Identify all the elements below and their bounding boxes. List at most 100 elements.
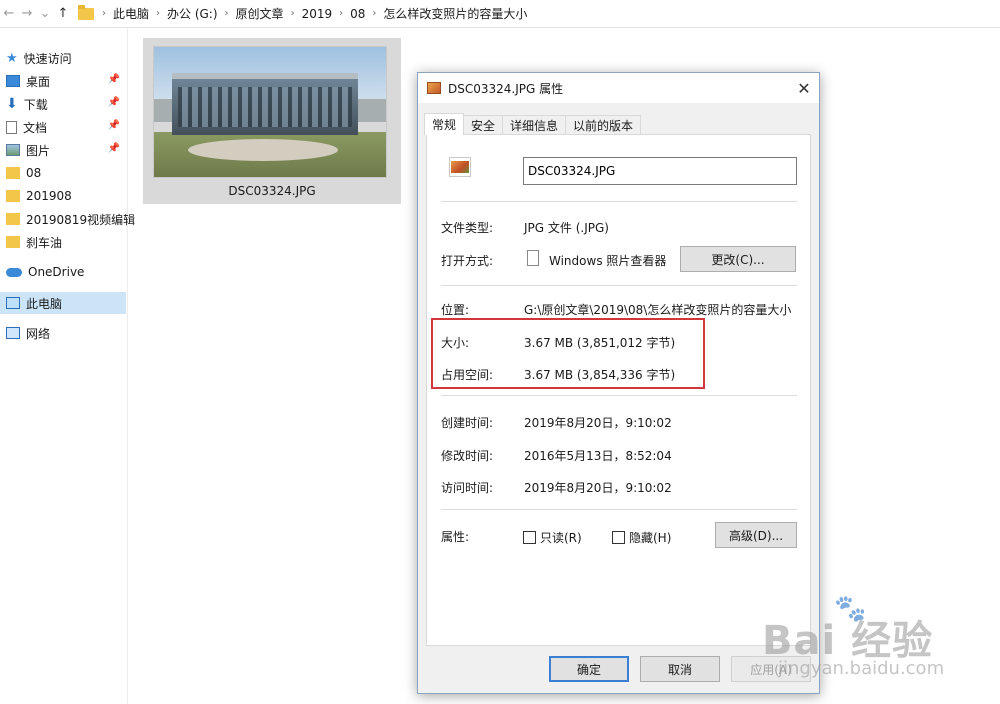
breadcrumb-separator[interactable]: › — [370, 8, 378, 19]
readonly-checkbox[interactable]: 只读(R) — [523, 529, 582, 546]
sidebar-item-quick-access[interactable]: ★ 快速访问 — [0, 47, 126, 69]
breadcrumb-item-this-pc[interactable]: 此电脑 — [108, 5, 154, 22]
sidebar-item-folder-brake-fluid[interactable]: 刹车油 — [0, 231, 126, 253]
document-icon — [6, 120, 17, 134]
pin-icon[interactable]: 📌 — [108, 74, 120, 85]
sidebar-item-documents[interactable]: 文档 📌 — [0, 116, 126, 138]
cancel-button[interactable]: 取消 — [640, 656, 720, 682]
tab-general[interactable]: 常规 — [424, 113, 465, 135]
sidebar-item-folder-video-edit[interactable]: 20190819视频编辑 — [0, 208, 135, 230]
folder-icon — [6, 213, 20, 225]
sidebar-item-label: OneDrive — [28, 265, 85, 279]
paw-icon: 🐾 — [834, 594, 867, 624]
size-label: 大小: — [441, 336, 470, 350]
dialog-titlebar[interactable]: DSC03324.JPG 属性 ✕ — [418, 73, 819, 103]
pin-icon[interactable]: 📌 — [108, 120, 120, 131]
sidebar-item-label: 文档 — [23, 120, 48, 135]
image-file-icon — [427, 82, 441, 94]
sidebar-item-desktop[interactable]: 桌面 📌 — [0, 70, 126, 92]
advanced-button[interactable]: 高级(D)... — [715, 522, 797, 548]
change-button[interactable]: 更改(C)... — [680, 246, 796, 272]
opens-with-value: Windows 照片查看器 — [549, 254, 667, 268]
breadcrumb-separator[interactable]: › — [223, 8, 231, 19]
desktop-icon — [6, 75, 20, 87]
location-value: G:\原创文章\2019\08\怎么样改变照片的容量大小 — [524, 303, 792, 317]
size-on-disk-value: 3.67 MB (3,854,336 字节) — [524, 368, 676, 382]
address-bar: ← → ⌄ ↑ › 此电脑 › 办公 (G:) › 原创文章 › 2019 › … — [0, 0, 1000, 28]
up-button[interactable]: ↑ — [54, 3, 72, 25]
breadcrumb-item-articles[interactable]: 原创文章 — [231, 5, 289, 22]
created-label: 创建时间: — [441, 416, 494, 430]
dialog-title: DSC03324.JPG 属性 — [448, 81, 564, 96]
folder-icon — [6, 190, 20, 202]
sidebar-item-folder-08[interactable]: 08 — [0, 162, 126, 184]
close-button[interactable]: ✕ — [789, 73, 819, 103]
folder-icon — [6, 167, 20, 179]
sidebar-item-label: 刹车油 — [26, 235, 63, 250]
computer-icon — [6, 297, 20, 309]
accessed-label: 访问时间: — [441, 481, 494, 495]
breadcrumb-item-current-folder[interactable]: 怎么样改变照片的容量大小 — [378, 5, 532, 22]
breadcrumb-separator[interactable]: › — [154, 8, 162, 19]
opens-with-label: 打开方式: — [441, 254, 494, 268]
filename-field[interactable] — [523, 157, 797, 185]
breadcrumb: › 此电脑 › 办公 (G:) › 原创文章 › 2019 › 08 › 怎么样… — [78, 3, 532, 25]
breadcrumb-separator[interactable]: › — [337, 8, 345, 19]
accessed-value: 2019年8月20日，9:10:02 — [524, 481, 672, 495]
sidebar-item-this-pc[interactable]: 此电脑 — [0, 292, 126, 314]
back-button[interactable]: ← — [0, 3, 18, 25]
sidebar-item-label: 桌面 — [26, 74, 51, 89]
breadcrumb-item-drive[interactable]: 办公 (G:) — [162, 5, 223, 22]
sidebar-item-label: 20190819视频编辑 — [26, 212, 136, 227]
tab-details[interactable]: 详细信息 — [502, 115, 567, 135]
checkbox-box[interactable] — [612, 531, 625, 544]
tab-strip: 常规 安全 详细信息 以前的版本 — [424, 113, 642, 135]
forward-button[interactable]: → — [18, 3, 36, 25]
navigation-pane: ★ 快速访问 桌面 📌 ⬇ 下载 📌 文档 📌 图片 📌 08 201908 2… — [0, 28, 135, 704]
photo-thumbnail — [153, 46, 387, 178]
sidebar-item-pictures[interactable]: 图片 📌 — [0, 139, 126, 161]
sidebar-item-label: 08 — [26, 166, 42, 180]
created-value: 2019年8月20日，9:10:02 — [524, 416, 672, 430]
file-item[interactable]: DSC03324.JPG — [143, 38, 401, 204]
ok-button[interactable]: 确定 — [549, 656, 629, 682]
pin-icon[interactable]: 📌 — [108, 143, 120, 154]
sidebar-item-label: 网络 — [26, 326, 51, 341]
size-on-disk-label: 占用空间: — [441, 368, 494, 382]
divider — [441, 395, 797, 396]
divider — [441, 509, 797, 510]
sidebar-item-network[interactable]: 网络 — [0, 322, 126, 344]
file-name: DSC03324.JPG — [228, 184, 316, 198]
tab-previous-versions[interactable]: 以前的版本 — [565, 115, 642, 135]
sidebar-item-label: 此电脑 — [26, 296, 63, 311]
attributes-label: 属性: — [441, 530, 470, 544]
folder-icon — [6, 236, 20, 248]
breadcrumb-item-year[interactable]: 2019 — [297, 7, 338, 21]
tab-security[interactable]: 安全 — [463, 115, 504, 135]
checkbox-box[interactable] — [523, 531, 536, 544]
sidebar-item-onedrive[interactable]: OneDrive — [0, 261, 126, 283]
apply-button[interactable]: 应用(A) — [731, 656, 811, 682]
folder-icon — [78, 4, 94, 20]
hidden-label: 隐藏(H) — [629, 531, 672, 545]
modified-value: 2016年5月13日，8:52:04 — [524, 449, 672, 463]
breadcrumb-separator[interactable]: › — [289, 8, 297, 19]
file-type-value: JPG 文件 (.JPG) — [524, 221, 609, 235]
recent-locations-button[interactable]: ⌄ — [36, 3, 54, 25]
breadcrumb-item-month[interactable]: 08 — [345, 7, 370, 21]
sidebar-item-folder-201908[interactable]: 201908 — [0, 185, 126, 207]
cloud-icon — [6, 267, 22, 277]
breadcrumb-separator: › — [102, 8, 106, 19]
sidebar-item-label: 201908 — [26, 189, 72, 203]
properties-dialog: DSC03324.JPG 属性 ✕ 常规 安全 详细信息 以前的版本 文件类型:… — [417, 72, 820, 694]
download-icon: ⬇ — [6, 96, 18, 112]
divider — [441, 201, 797, 202]
file-type-label: 文件类型: — [441, 221, 494, 235]
location-label: 位置: — [441, 303, 470, 317]
modified-label: 修改时间: — [441, 449, 494, 463]
pin-icon[interactable]: 📌 — [108, 97, 120, 108]
sidebar-item-downloads[interactable]: ⬇ 下载 📌 — [0, 93, 126, 115]
sidebar-item-label: 快速访问 — [23, 51, 72, 66]
photo-viewer-icon — [527, 250, 539, 266]
hidden-checkbox[interactable]: 隐藏(H) — [612, 529, 671, 546]
